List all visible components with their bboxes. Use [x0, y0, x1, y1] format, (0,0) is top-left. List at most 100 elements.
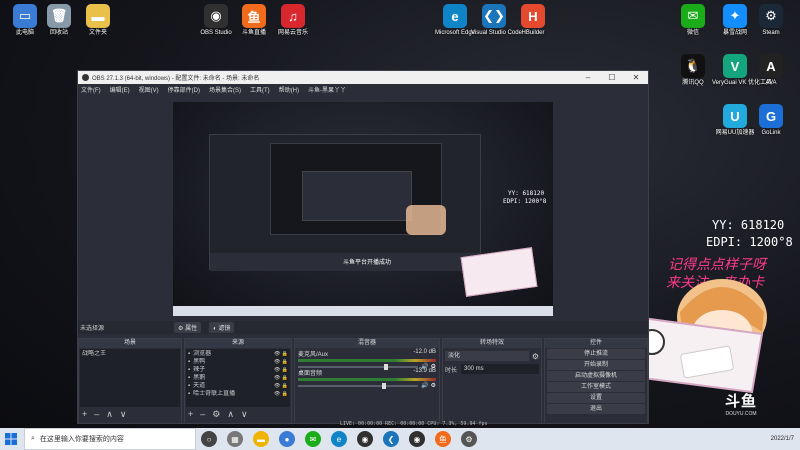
menu-item-6[interactable]: 帮助(H)	[279, 85, 299, 94]
remove-scene-button[interactable]: –	[94, 408, 99, 420]
source-name: 辣子	[193, 367, 206, 373]
edpi-text: EDPI: 1200°8	[706, 235, 793, 249]
menu-item-0[interactable]: 文件(F)	[81, 85, 101, 94]
obs-taskbar-icon-2[interactable]: ◉	[409, 431, 425, 447]
source-item[interactable]: ▪ 黑鹅 👁 🔒	[188, 374, 288, 382]
visibility-lock-icon[interactable]: 👁 🔒	[274, 366, 288, 374]
app-icon: V	[723, 54, 747, 78]
source-down-button[interactable]: ∨	[241, 408, 248, 420]
mixer-channels: 麦克风/Aux -12.0 dB 🔊 ⚙ 桌面音频 -13.9 dB 🔊 ⚙	[295, 348, 439, 389]
source-item[interactable]: ▪ 浏览器 👁 🔒	[188, 350, 288, 358]
desktop-icon-right-5[interactable]: A AVA	[748, 54, 794, 87]
scene-item[interactable]: 战略之王	[82, 350, 178, 358]
douyu-taskbar-icon[interactable]: 鱼	[435, 431, 451, 447]
app-icon: e	[443, 4, 467, 28]
browser-icon[interactable]: ●	[279, 431, 295, 447]
app-icon: ▬	[86, 4, 110, 28]
edge-taskbar-icon[interactable]: e	[331, 431, 347, 447]
scene-down-button[interactable]: ∨	[120, 408, 127, 420]
start-button[interactable]	[0, 428, 22, 450]
app-icon: ◉	[204, 4, 228, 28]
visibility-lock-icon[interactable]: 👁 🔒	[274, 358, 288, 366]
source-item[interactable]: ▪ 辣子 👁 🔒	[188, 366, 288, 374]
control-button-4[interactable]: 设置	[547, 393, 645, 403]
app-label: 文件夹	[88, 30, 107, 36]
source-type-icon: ▪	[188, 383, 191, 389]
minimize-button[interactable]: –	[576, 73, 600, 82]
desktop-icon-left-8[interactable]: H HBuilder	[510, 4, 556, 37]
control-button-5[interactable]: 退出	[547, 404, 645, 414]
app-label: GoLink	[761, 130, 781, 136]
add-source-button[interactable]: +	[188, 408, 193, 420]
app-icon: ⚙	[759, 4, 783, 28]
source-item[interactable]: ▪ 哈士奇联上直播 👁 🔒	[188, 390, 288, 398]
menu-item-7[interactable]: 斗鱼-黑果丫丫	[308, 85, 346, 94]
channel-name: 桌面音频	[298, 371, 323, 377]
clock[interactable]: 2022/1/7	[771, 435, 794, 443]
transition-select[interactable]: 淡化	[445, 351, 529, 361]
volume-fader[interactable]	[298, 363, 419, 370]
speaker-icon[interactable]: 🔊	[421, 382, 428, 389]
scene-up-button[interactable]: ∧	[106, 408, 113, 420]
control-button-0[interactable]: 停止推流	[547, 349, 645, 359]
desktop-icon-left-2[interactable]: ▬ 文件夹	[75, 4, 121, 37]
preview-caption: 斗鱼平台开播成功	[343, 260, 392, 266]
taskbar-search[interactable]: ⌕ 在这里输入你要搜索的内容	[24, 428, 196, 450]
app-label: Steam	[762, 30, 780, 36]
obs-taskbar-icon[interactable]: ◉	[357, 431, 373, 447]
scenes-list: 战略之王	[80, 349, 180, 407]
wechat-taskbar-icon[interactable]: ✉	[305, 431, 321, 447]
file-explorer-icon[interactable]: ▬	[253, 431, 269, 447]
visibility-lock-icon[interactable]: 👁 🔒	[274, 374, 288, 382]
app-icon: 鱼	[242, 4, 266, 28]
volume-fader[interactable]	[298, 382, 419, 389]
control-button-3[interactable]: 工作室模式	[547, 382, 645, 392]
app-label: AVA	[765, 80, 777, 86]
source-item[interactable]: ▪ 天道 👁 🔒	[188, 382, 288, 390]
widgets-icon[interactable]: ▦	[227, 431, 243, 447]
add-scene-button[interactable]: +	[82, 408, 87, 420]
visibility-lock-icon[interactable]: 👁 🔒	[274, 390, 288, 398]
obs-menubar: 文件(F) 编辑(E) 视图(V) 停靠部件(D) 场景集合(S) 工具(T) 帮助(H) 斗…	[78, 84, 648, 94]
nested-preview	[209, 134, 482, 271]
steam-taskbar-icon[interactable]: ⚙	[461, 431, 477, 447]
app-icon: ♫	[281, 4, 305, 28]
controls-dock: 控件 停止推流 开始录制 启动虚拟摄像机 工作室模式 设置 退出	[544, 338, 648, 424]
filters-button[interactable]: ◐ 滤镜	[209, 322, 235, 333]
source-settings-button[interactable]: ⚙	[212, 408, 220, 420]
desktop-icon-right-2[interactable]: ⚙ Steam	[748, 4, 794, 37]
close-button[interactable]: ✕	[624, 73, 648, 82]
source-item[interactable]: ▪ 黑鸭 👁 🔒	[188, 358, 288, 366]
duration-label: 时长	[445, 367, 458, 374]
source-name: 天道	[193, 383, 206, 389]
control-button-2[interactable]: 启动虚拟摄像机	[547, 371, 645, 381]
obs-titlebar: OBS 27.1.3 (64-bit, windows) - 配置文件: 未命名…	[78, 71, 648, 84]
desktop-icon-right-3[interactable]: 🐧 腾讯QQ	[670, 54, 716, 87]
visibility-lock-icon[interactable]: 👁 🔒	[274, 350, 288, 358]
menu-item-2[interactable]: 视图(V)	[139, 85, 159, 94]
vscode-taskbar-icon[interactable]: ❮	[383, 431, 399, 447]
control-button-1[interactable]: 开始录制	[547, 360, 645, 370]
app-icon: 🐧	[681, 54, 705, 78]
gear-icon[interactable]: ⚙	[431, 382, 436, 389]
duration-input[interactable]: 300 ms	[461, 364, 539, 374]
desktop-icon-right-0[interactable]: ✉ 微信	[670, 4, 716, 37]
task-view-icon[interactable]: ○	[201, 431, 217, 447]
desktop-icon-right-7[interactable]: G GoLink	[748, 104, 794, 137]
channel-db: -12.0 dB	[413, 349, 436, 355]
preview-canvas[interactable]: 斗鱼平台开播成功 YY: 618120 EDPI: 1200°8	[173, 102, 553, 316]
remove-source-button[interactable]: –	[200, 408, 205, 420]
menu-item-3[interactable]: 停靠部件(D)	[168, 85, 200, 94]
controls-buttons: 停止推流 开始录制 启动虚拟摄像机 工作室模式 设置 退出	[545, 349, 647, 414]
menu-item-1[interactable]: 编辑(E)	[110, 85, 130, 94]
source-up-button[interactable]: ∧	[227, 408, 234, 420]
desktop-icon-left-5[interactable]: ♫ 网易云音乐	[270, 4, 316, 37]
transition-settings-icon[interactable]: ⚙	[532, 352, 539, 361]
visibility-lock-icon[interactable]: 👁 🔒	[274, 382, 288, 390]
properties-button[interactable]: ⚙ 属性	[174, 322, 202, 333]
menu-item-4[interactable]: 场景集合(S)	[209, 85, 241, 94]
maximize-button[interactable]: ☐	[600, 73, 624, 82]
menu-item-5[interactable]: 工具(T)	[250, 85, 270, 94]
source-type-icon: ▪	[188, 375, 191, 381]
source-toolbar: 未选择源 ⚙ 属性 ◐ 滤镜	[78, 321, 648, 334]
